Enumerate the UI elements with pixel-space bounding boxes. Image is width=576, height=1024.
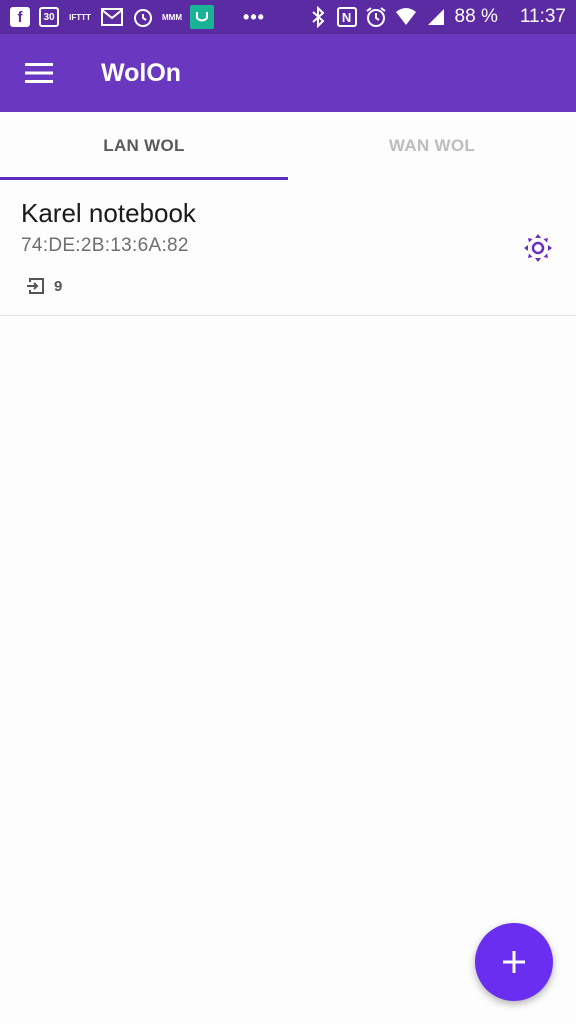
mi-fit-icon <box>190 5 214 29</box>
app-title: WolOn <box>101 58 182 87</box>
device-port: 9 <box>26 276 62 296</box>
hamburger-menu-icon <box>25 63 53 83</box>
system-status: N 88 % 11:37 <box>307 6 566 28</box>
port-icon <box>26 276 46 296</box>
alarm-clock-app-icon <box>132 6 154 28</box>
plus-icon <box>503 951 525 973</box>
tab-lan-wol[interactable]: LAN WOL <box>0 112 288 180</box>
app-bar: WolOn <box>0 34 576 112</box>
tab-label: LAN WOL <box>103 136 185 155</box>
device-list-item[interactable]: Karel notebook 74:DE:2B:13:6A:82 9 <box>0 180 576 316</box>
wake-device-button[interactable] <box>522 232 554 264</box>
port-number: 9 <box>54 277 63 295</box>
wifi-icon <box>395 6 417 28</box>
notification-icons: f 30 IFTTT MMM ••• <box>10 5 265 29</box>
device-mac-address: 74:DE:2B:13:6A:82 <box>21 235 189 256</box>
battery-level: 88 % <box>454 6 498 27</box>
calendar-day: 30 <box>43 11 55 23</box>
cell-signal-icon <box>425 6 447 28</box>
tab-bar: LAN WOL WAN WOL <box>0 112 576 180</box>
add-device-button[interactable] <box>475 923 553 1001</box>
gmail-icon <box>101 6 123 28</box>
clock: 11:37 <box>519 6 566 27</box>
facebook-icon: f <box>10 7 30 27</box>
bluetooth-icon <box>307 6 329 28</box>
status-bar: f 30 IFTTT MMM ••• N 88 % 11:37 <box>0 0 576 34</box>
mmm-text: MMM <box>162 12 182 22</box>
alarm-icon <box>365 6 387 28</box>
navigation-menu-button[interactable] <box>0 34 78 112</box>
nfc-icon: N <box>336 7 357 27</box>
tab-label: WAN WOL <box>388 136 476 155</box>
ifttt-text: IFTTT <box>69 12 91 22</box>
ifttt-icon: IFTTT <box>68 6 92 28</box>
mmm-icon: MMM <box>162 6 182 28</box>
device-name: Karel notebook <box>21 198 196 228</box>
tab-wan-wol[interactable]: WAN WOL <box>288 112 576 180</box>
calendar-icon: 30 <box>39 7 59 27</box>
brightness-icon <box>524 234 552 262</box>
more-notifications-icon: ••• <box>243 6 265 27</box>
